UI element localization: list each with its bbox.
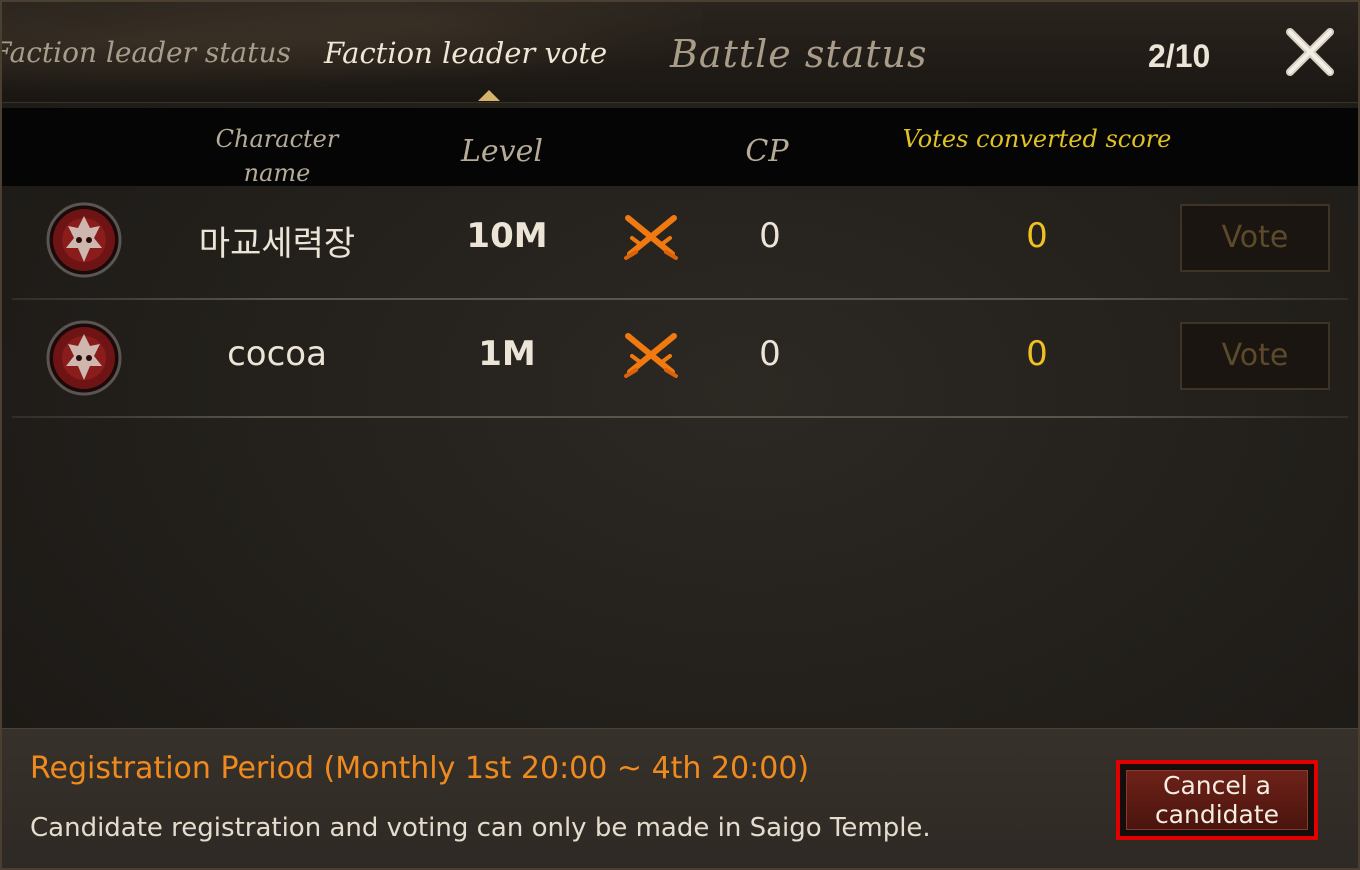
character-level: 10M [466,216,548,256]
close-icon [1286,28,1334,76]
character-level: 1M [478,334,536,374]
votes-converted-score: 0 [1026,216,1048,256]
crossed-swords-icon [622,332,680,378]
vote-button[interactable]: Vote [1180,322,1330,390]
active-tab-marker-icon [478,90,500,101]
footer-panel: Registration Period (Monthly 1st 20:00 ~… [2,728,1358,868]
demon-mask-icon [46,320,122,396]
tab-faction-leader-vote[interactable]: Faction leader vote [324,36,607,70]
close-button[interactable] [1282,24,1338,80]
registration-note-text: Candidate registration and voting can on… [30,813,931,843]
registration-period-text: Registration Period (Monthly 1st 20:00 ~… [30,751,810,786]
character-cp: 0 [759,216,781,256]
row-divider [12,416,1348,418]
faction-vote-window: Faction leader status Faction leader vot… [0,0,1360,870]
votes-converted-score: 0 [1026,334,1048,374]
column-level: Level [461,134,543,169]
character-cp: 0 [759,334,781,374]
tab-faction-leader-status[interactable]: Faction leader status [2,36,291,69]
crossed-swords-icon [622,214,680,260]
candidate-row: cocoa 1M 0 0 Vote [2,300,1358,414]
column-character-name: Character name [215,125,339,187]
column-votes-converted-score: Votes converted score [902,125,1172,153]
character-name: 마교세력장 [198,224,356,264]
cancel-candidate-button[interactable]: Cancel a candidate [1126,770,1308,830]
character-name: cocoa [227,334,327,374]
window-header: Faction leader status Faction leader vot… [2,2,1358,103]
vote-button[interactable]: Vote [1180,204,1330,272]
column-header-bar: Character name Level CP Votes converted … [2,108,1358,187]
column-cp: CP [745,134,789,169]
demon-mask-icon [46,202,122,278]
candidate-row: 마교세력장 10M 0 0 Vote [2,182,1358,296]
page-counter: 2/10 [1148,38,1211,74]
tab-battle-status[interactable]: Battle status [670,32,928,76]
cancel-candidate-highlight: Cancel a candidate [1116,760,1318,840]
